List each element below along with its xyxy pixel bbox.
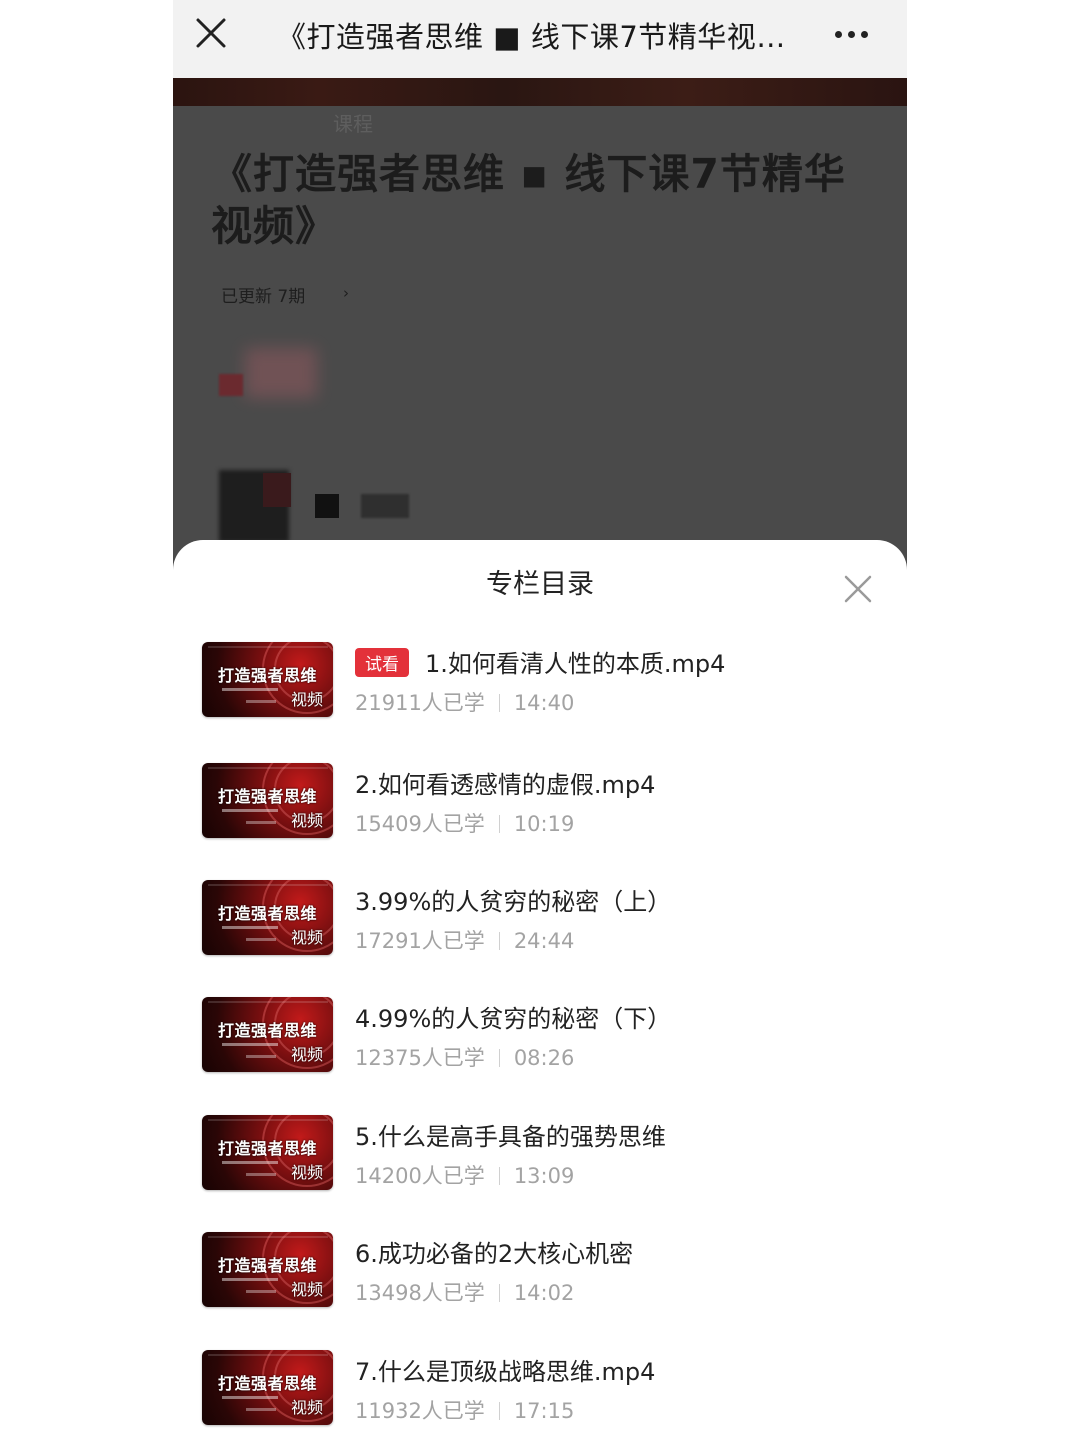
learner-count: 12375人已学: [355, 1046, 485, 1070]
close-icon[interactable]: [843, 574, 873, 604]
lesson-duration: 14:02: [513, 1281, 575, 1305]
lesson-item[interactable]: 打造强者思维 视频 5.什么是高手具备的强势思维 14200人已学 13:09: [173, 1115, 907, 1193]
chevron-right-icon: ›: [343, 284, 349, 302]
lesson-thumbnail: 打造强者思维 视频: [202, 1115, 333, 1190]
lesson-meta: 11932人已学 17:15: [355, 1395, 574, 1425]
lesson-item[interactable]: 打造强者思维 视频 3.99%的人贫穷的秘密（上） 17291人已学 24:44: [173, 880, 907, 958]
lesson-duration: 13:09: [513, 1164, 575, 1188]
lesson-duration: 08:26: [513, 1046, 575, 1070]
blurred-block: [219, 374, 243, 396]
learner-count: 14200人已学: [355, 1164, 485, 1188]
catalog-sheet: 专栏目录 打造强者思维 视频 试看 1.如何看清人性的本质.mp4 21911人已…: [173, 540, 907, 1439]
lesson-title: 2.如何看透感情的虚假.mp4: [355, 771, 656, 799]
lesson-meta: 14200人已学 13:09: [355, 1160, 574, 1190]
blurred-avatar: [245, 348, 317, 398]
learner-count: 13498人已学: [355, 1281, 485, 1305]
lesson-item[interactable]: 打造强者思维 视频 6.成功必备的2大核心机密 13498人已学 14:02: [173, 1232, 907, 1310]
lesson-thumbnail: 打造强者思维 视频: [202, 1350, 333, 1425]
video-badge: 视频: [290, 1163, 323, 1182]
lesson-title: 7.什么是顶级战略思维.mp4: [355, 1358, 656, 1386]
lesson-meta: 21911人已学 14:40: [355, 687, 574, 717]
lesson-thumbnail: 打造强者思维 视频: [202, 997, 333, 1072]
lesson-duration: 10:19: [513, 812, 575, 836]
lesson-title: 4.99%的人贫穷的秘密（下）: [355, 1005, 672, 1033]
video-badge: 视频: [290, 1398, 323, 1417]
lesson-item[interactable]: 打造强者思维 视频 2.如何看透感情的虚假.mp4 15409人已学 10:19: [173, 763, 907, 841]
blurred-block: [361, 494, 409, 518]
course-title: 《打造强者思维 ▪ 线下课7节精华视频》: [211, 150, 846, 250]
lesson-thumbnail: 打造强者思维 视频: [202, 880, 333, 955]
video-badge: 视频: [290, 1045, 323, 1064]
top-nav-bar: 《打造强者思维 ■ 线下课7节精华视频》: [173, 0, 907, 78]
lesson-thumbnail: 打造强者思维 视频: [202, 1232, 333, 1307]
lesson-meta: 13498人已学 14:02: [355, 1277, 574, 1307]
video-badge: 视频: [290, 928, 323, 947]
page-title: 《打造强者思维 ■ 线下课7节精华视频》: [277, 20, 797, 54]
sheet-title: 专栏目录: [486, 569, 594, 600]
header-banner: [173, 78, 907, 106]
lesson-duration: 24:44: [513, 929, 575, 953]
blurred-block: [263, 473, 291, 507]
lesson-thumbnail: 打造强者思维 视频: [202, 642, 333, 717]
lesson-item[interactable]: 打造强者思维 视频 4.99%的人贫穷的秘密（下） 12375人已学 08:26: [173, 997, 907, 1075]
lesson-meta: 12375人已学 08:26: [355, 1042, 574, 1072]
video-badge: 视频: [290, 1280, 323, 1299]
lesson-title: 3.99%的人贫穷的秘密（上）: [355, 888, 672, 916]
update-count[interactable]: 已更新 7期: [221, 282, 305, 307]
learner-count: 21911人已学: [355, 691, 485, 715]
lesson-duration: 14:40: [513, 691, 575, 715]
learner-count: 11932人已学: [355, 1399, 485, 1423]
course-header: 课程 《打造强者思维 ▪ 线下课7节精华视频》 已更新 7期 ›: [173, 78, 907, 578]
lesson-duration: 17:15: [513, 1399, 575, 1423]
close-icon[interactable]: [193, 15, 229, 51]
lesson-item[interactable]: 打造强者思维 视频 试看 1.如何看清人性的本质.mp4 21911人已学 14:4…: [173, 642, 907, 720]
learner-count: 17291人已学: [355, 929, 485, 953]
course-tab[interactable]: 课程: [333, 108, 373, 137]
lesson-item[interactable]: 打造强者思维 视频 7.什么是顶级战略思维.mp4 11932人已学 17:15: [173, 1350, 907, 1428]
lesson-title: 试看 1.如何看清人性的本质.mp4: [355, 644, 725, 679]
lesson-title: 6.成功必备的2大核心机密: [355, 1240, 634, 1268]
learner-count: 15409人已学: [355, 812, 485, 836]
more-options-icon[interactable]: [835, 22, 875, 46]
blurred-block: [315, 494, 339, 518]
lesson-meta: 15409人已学 10:19: [355, 808, 574, 838]
lesson-title: 5.什么是高手具备的强势思维: [355, 1123, 666, 1151]
phone-screen: 《打造强者思维 ■ 线下课7节精华视频》 课程 《打造强者思维 ▪ 线下课7节精…: [173, 0, 907, 1439]
video-badge: 视频: [290, 690, 323, 709]
video-badge: 视频: [290, 811, 323, 830]
trial-badge: 试看: [355, 648, 409, 677]
lesson-meta: 17291人已学 24:44: [355, 925, 574, 955]
lesson-thumbnail: 打造强者思维 视频: [202, 763, 333, 838]
